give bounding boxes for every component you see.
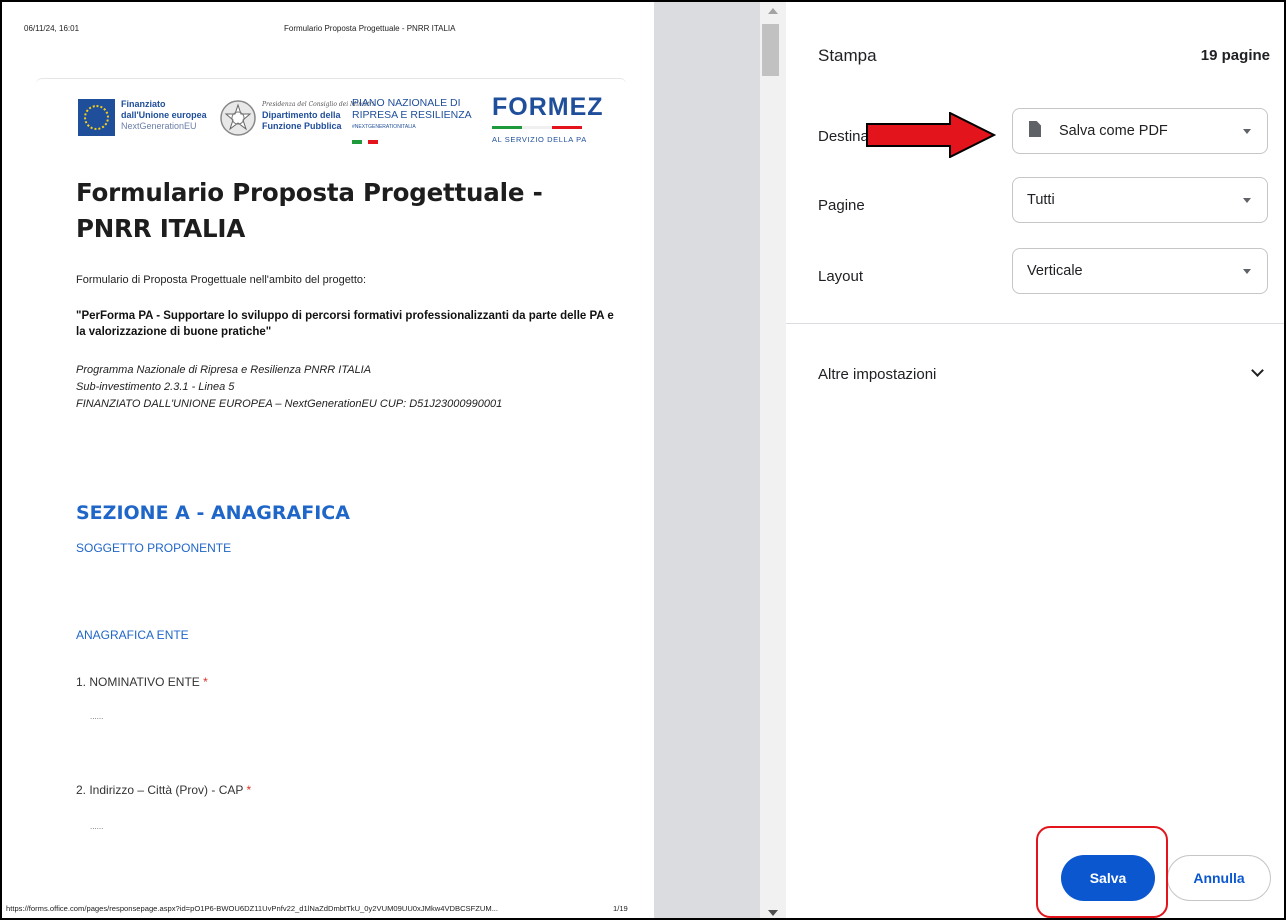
- red-arrow-annotation: [866, 112, 996, 158]
- pages-label: Pagine: [818, 197, 865, 214]
- dropdown-caret-icon: [1243, 269, 1251, 274]
- subsection-title: ANAGRAFICA ENTE: [76, 628, 189, 642]
- dropdown-caret-icon: [1243, 198, 1251, 203]
- question-1: 1. NOMINATIVO ENTE *: [76, 675, 208, 689]
- destination-select[interactable]: Salva come PDF: [1012, 108, 1268, 154]
- eu-flag-icon: [78, 99, 115, 136]
- project-name: "PerForma PA - Supportare lo sviluppo di…: [76, 310, 614, 338]
- print-footer-page-number: 1/19: [613, 904, 628, 913]
- formez-tagline: AL SERVIZIO DELLA PA: [492, 135, 587, 144]
- print-header-date: 06/11/24, 16:01: [24, 24, 80, 33]
- formez-tricolor: [492, 126, 582, 129]
- scrollbar-thumb[interactable]: [762, 24, 779, 76]
- italian-flag-stripes: [352, 140, 384, 144]
- layout-value: Verticale: [1027, 263, 1083, 279]
- preview-scrollbar[interactable]: [760, 2, 786, 918]
- scroll-up-icon[interactable]: [768, 8, 778, 14]
- pnrr-logo: PIANO NAZIONALE DI RIPRESA E RESILIENZA …: [352, 97, 472, 130]
- print-footer-url: https://forms.office.com/pages/responsep…: [6, 904, 499, 913]
- eu-funding-logo: Finanziato dall'Unione europea NextGener…: [121, 99, 207, 131]
- panel-title: Stampa: [818, 46, 877, 65]
- document-intro: Formulario di Proposta Progettuale nell'…: [76, 274, 367, 286]
- italian-emblem-icon: [220, 100, 256, 136]
- page-count: 19 pagine: [1200, 47, 1270, 64]
- section-subtitle: SOGGETTO PROPONENTE: [76, 541, 232, 555]
- answer-1: ......: [90, 712, 104, 721]
- destination-value: Salva come PDF: [1059, 123, 1168, 139]
- panel-divider: [786, 323, 1284, 324]
- dropdown-caret-icon: [1243, 129, 1251, 134]
- pages-select[interactable]: Tutti: [1012, 177, 1268, 223]
- formez-logo: FORMEZ: [492, 93, 604, 121]
- layout-select[interactable]: Verticale: [1012, 248, 1268, 294]
- print-preview: 06/11/24, 16:01 Formulario Proposta Prog…: [2, 2, 760, 918]
- chevron-down-icon[interactable]: [1251, 364, 1264, 377]
- document-title: Formulario Proposta Progettuale - PNRR I…: [76, 178, 543, 243]
- pages-value: Tutti: [1027, 192, 1055, 208]
- question-2: 2. Indirizzo – Città (Prov) - CAP *: [76, 783, 252, 797]
- more-settings-toggle[interactable]: Altre impostazioni: [818, 366, 936, 383]
- layout-label: Layout: [818, 268, 864, 285]
- form-card-edge: [36, 78, 626, 84]
- programme-info: Programma Nazionale di Ripresa e Resilie…: [76, 364, 503, 410]
- cancel-button[interactable]: Annulla: [1167, 855, 1271, 901]
- save-button-highlight: [1036, 826, 1168, 918]
- answer-2: ......: [90, 822, 104, 831]
- print-settings-panel: Stampa 19 pagine Destinazione Salva come…: [786, 2, 1284, 918]
- document-icon: [1029, 121, 1041, 137]
- preview-page: 06/11/24, 16:01 Formulario Proposta Prog…: [2, 2, 654, 918]
- scroll-down-icon[interactable]: [768, 910, 778, 916]
- section-title: SEZIONE A - ANAGRAFICA: [76, 502, 350, 524]
- print-header-title: Formulario Proposta Progettuale - PNRR I…: [284, 24, 456, 33]
